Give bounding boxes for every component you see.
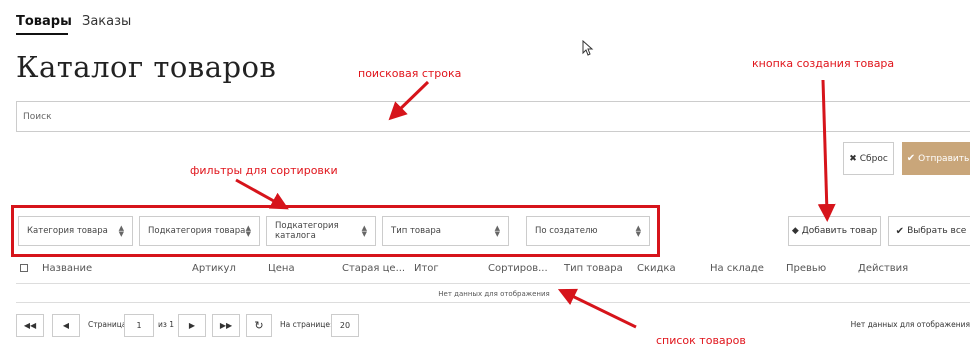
arrow-list xyxy=(557,288,637,329)
arrow-create-button xyxy=(817,79,836,222)
annotation-arrows xyxy=(235,79,836,329)
arrow-filters xyxy=(235,178,289,210)
arrow-search xyxy=(388,80,430,121)
